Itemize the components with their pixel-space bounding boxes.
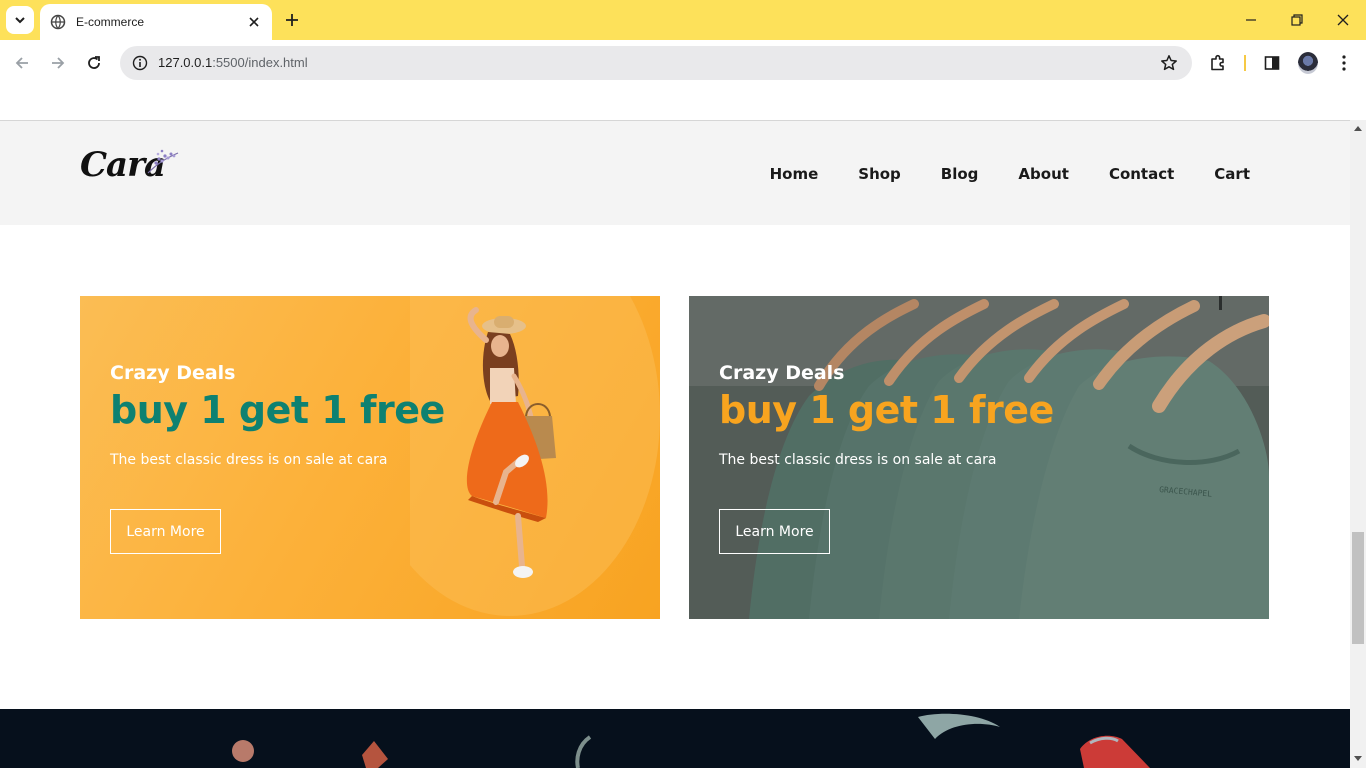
forward-button[interactable] [44, 49, 72, 77]
close-tab-icon[interactable] [246, 14, 262, 30]
browser-tab-strip: E-commerce [0, 0, 1366, 40]
extensions-button[interactable] [1206, 51, 1230, 75]
main-nav: Home Shop Blog About Contact Cart [770, 165, 1250, 183]
url-host: 127.0.0.1 [158, 55, 213, 70]
puzzle-icon [1211, 54, 1224, 71]
plus-icon [286, 14, 298, 26]
nav-cart[interactable]: Cart [1214, 165, 1250, 183]
url-path: :5500/index.html [212, 55, 308, 70]
deal-banner-dress: Crazy Deals buy 1 get 1 free The best cl… [80, 296, 660, 619]
nav-blog[interactable]: Blog [941, 165, 979, 183]
scroll-up-arrow-icon[interactable] [1354, 126, 1362, 131]
reload-icon [88, 56, 100, 69]
accessories-decoration-image [232, 713, 1150, 768]
nav-contact[interactable]: Contact [1109, 165, 1174, 183]
restore-button[interactable] [1274, 6, 1320, 34]
learn-more-button[interactable]: Learn More [110, 509, 221, 554]
banner-subtitle: The best classic dress is on sale at car… [719, 452, 997, 468]
close-window-button[interactable] [1320, 6, 1366, 34]
tab-title: E-commerce [76, 15, 145, 29]
globe-icon [50, 14, 66, 30]
nav-about[interactable]: About [1018, 165, 1069, 183]
lavender-sprig-icon [147, 149, 179, 174]
browser-tab[interactable]: E-commerce [40, 4, 272, 40]
toolbar-separator [1244, 55, 1246, 71]
page-scrollbar[interactable] [1350, 120, 1366, 768]
side-panel-icon [1264, 56, 1280, 70]
side-panel-button[interactable] [1260, 51, 1284, 75]
close-icon [1337, 14, 1349, 26]
banner-subtitle: The best classic dress is on sale at car… [110, 452, 388, 468]
restore-icon [1291, 14, 1303, 26]
next-section-banner [0, 709, 1350, 768]
tab-search-button[interactable] [6, 6, 34, 34]
browser-menu-button[interactable] [1332, 51, 1356, 75]
site-info-icon[interactable] [128, 51, 152, 75]
page-viewport: Cara Home Shop Blog About Contact Cart C… [0, 86, 1366, 768]
arrow-right-icon [52, 57, 65, 69]
url-text: 127.0.0.1:5500/index.html [158, 55, 308, 70]
site-header: Cara Home Shop Blog About Contact Cart [0, 120, 1350, 225]
nav-home[interactable]: Home [770, 165, 819, 183]
page-top-spacer [0, 86, 1366, 120]
site-logo[interactable]: Cara [80, 145, 180, 193]
banner-kicker: Crazy Deals [110, 362, 236, 384]
reload-button[interactable] [80, 49, 108, 77]
arrow-left-icon [15, 57, 28, 69]
banner-headline: buy 1 get 1 free [110, 388, 445, 432]
profile-avatar[interactable] [1298, 52, 1318, 74]
chevron-down-icon [15, 17, 25, 24]
back-button[interactable] [8, 49, 36, 77]
learn-more-button[interactable]: Learn More [719, 509, 830, 554]
woman-in-orange-dress-image [410, 296, 660, 616]
minimize-button[interactable] [1228, 6, 1274, 34]
new-tab-button[interactable] [281, 9, 303, 31]
address-bar[interactable]: 127.0.0.1:5500/index.html [120, 46, 1192, 80]
banner-headline: buy 1 get 1 free [719, 388, 1054, 432]
minimize-icon [1246, 19, 1256, 21]
bookmark-star-icon[interactable] [1158, 52, 1180, 74]
scroll-down-arrow-icon[interactable] [1354, 756, 1362, 761]
scrollbar-thumb[interactable] [1352, 532, 1364, 644]
deal-banner-shirts: GRACECHAPEL Crazy Deals buy 1 get 1 free… [689, 296, 1269, 619]
kebab-menu-icon [1342, 55, 1346, 71]
nav-shop[interactable]: Shop [858, 165, 901, 183]
banner-kicker: Crazy Deals [719, 362, 845, 384]
